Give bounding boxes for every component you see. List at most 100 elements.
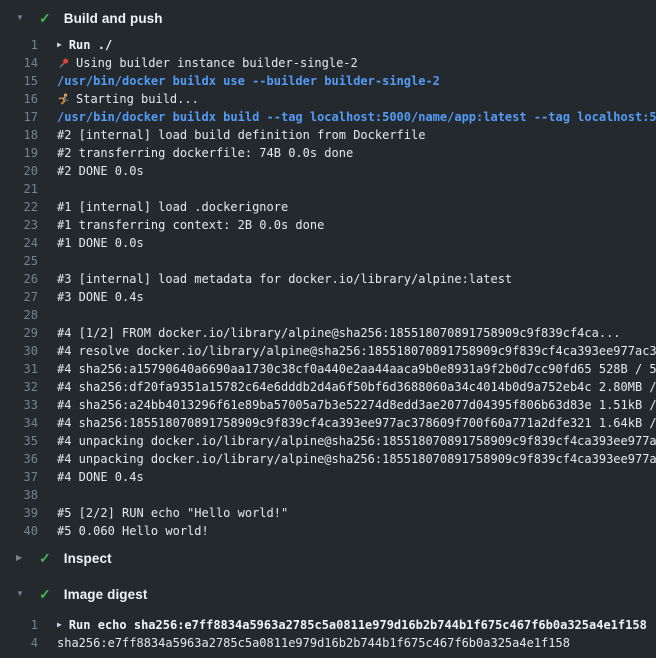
pushpin-icon	[57, 57, 70, 70]
log-line-number[interactable]: 17	[0, 108, 38, 126]
log-line-number[interactable]: 21	[0, 180, 38, 198]
expand-toggle-icon[interactable]: ▶	[57, 621, 62, 629]
section-header[interactable]: ▼✓Build and push	[0, 0, 656, 36]
log-line-number[interactable]: 30	[0, 342, 38, 360]
log-line-text: #4 sha256:a24bb4013296f61e89ba57005a7b3e…	[57, 396, 656, 414]
log-line-number[interactable]: 32	[0, 378, 38, 396]
log-line-number[interactable]: 38	[0, 486, 38, 504]
log-line-number[interactable]: 14	[0, 54, 38, 72]
log-line-number[interactable]: 16	[0, 90, 38, 108]
log-line-number[interactable]: 4	[0, 634, 38, 652]
log-line-number[interactable]: 27	[0, 288, 38, 306]
log-section-inspect: ▶✓Inspect	[0, 540, 656, 576]
log-line-content: #2 transferring dockerfile: 74B 0.0s don…	[57, 144, 353, 162]
log-line-content: #4 sha256:185518070891758909c9f839cf4ca3…	[57, 414, 656, 432]
log-line-text: #4 unpacking docker.io/library/alpine@sh…	[57, 450, 656, 468]
log-line: 1 ▶ Run ./	[0, 36, 656, 54]
section-lines: 1 ▶ Run ./ 14 Using builder instance builder…	[0, 36, 656, 540]
log-line-content: #1 [internal] load .dockerignore	[57, 198, 288, 216]
log-line: 38	[0, 486, 656, 504]
log-line-number[interactable]: 18	[0, 126, 38, 144]
log-line-text: Starting build...	[76, 90, 199, 108]
log-line-number[interactable]: 24	[0, 234, 38, 252]
log-line-number[interactable]: 33	[0, 396, 38, 414]
log-line-text: #4 sha256:a15790640a6690aa1730c38cf0a440…	[57, 360, 656, 378]
log-line-number[interactable]: 20	[0, 162, 38, 180]
log-line-number[interactable]: 34	[0, 414, 38, 432]
log-line-number[interactable]: 37	[0, 468, 38, 486]
log-line-number[interactable]: 39	[0, 504, 38, 522]
log-line-number[interactable]: 40	[0, 522, 38, 540]
log-line-content: #2 [internal] load build definition from…	[57, 126, 425, 144]
log-line-content: #4 unpacking docker.io/library/alpine@sh…	[57, 432, 656, 450]
section-title: Image digest	[64, 587, 148, 602]
log-line-content: #2 DONE 0.0s	[57, 162, 144, 180]
log-line-text: /usr/bin/docker buildx build --tag local…	[57, 108, 656, 126]
log-line-number[interactable]: 29	[0, 324, 38, 342]
log-line-content: /usr/bin/docker buildx build --tag local…	[57, 108, 656, 126]
expand-toggle-icon[interactable]: ▶	[57, 41, 62, 49]
log-line-number[interactable]: 26	[0, 270, 38, 288]
log-line-text: /usr/bin/docker buildx use --builder bui…	[57, 72, 440, 90]
log-line-text: #4 sha256:185518070891758909c9f839cf4ca3…	[57, 414, 656, 432]
check-success-icon: ✓	[39, 551, 51, 565]
log-line-text: sha256:e7ff8834a5963a2785c5a0811e979d16b…	[57, 634, 570, 652]
log-line-content: ▶ Run echo sha256:e7ff8834a5963a2785c5a08…	[57, 616, 647, 634]
log-line-number[interactable]: 19	[0, 144, 38, 162]
log-section-image-digest: ▼ ✓ Image digest 1 ▶ Run echo sha256:e7ff8834…	[0, 576, 656, 652]
log-line: 30#4 resolve docker.io/library/alpine@sh…	[0, 342, 656, 360]
log-line-number[interactable]: 31	[0, 360, 38, 378]
log-line: 21	[0, 180, 656, 198]
log-line-number[interactable]: 1	[0, 36, 38, 54]
log-line-number[interactable]: 28	[0, 306, 38, 324]
log-line-text: #5 [2/2] RUN echo "Hello world!"	[57, 504, 288, 522]
section-header[interactable]: ▶✓Inspect	[0, 540, 656, 576]
log-line: 23 #1 transferring context: 2B 0.0s done	[0, 216, 656, 234]
log-line-number[interactable]: 22	[0, 198, 38, 216]
log-line-number[interactable]: 36	[0, 450, 38, 468]
log-line-content: #4 sha256:a15790640a6690aa1730c38cf0a440…	[57, 360, 656, 378]
log-line: 20 #2 DONE 0.0s	[0, 162, 656, 180]
log-line-text: Using builder instance builder-single-2	[76, 54, 358, 72]
log-line-text: #1 [internal] load .dockerignore	[57, 198, 288, 216]
log-line-text: #5 0.060 Hello world!	[57, 522, 209, 540]
log-line: 32#4 sha256:df20fa9351a15782c64e6dddb2d4…	[0, 378, 656, 396]
log-line-text: Run echo sha256:e7ff8834a5963a2785c5a081…	[69, 616, 647, 634]
log-line-content: #4 unpacking docker.io/library/alpine@sh…	[57, 450, 656, 468]
section-title: Inspect	[64, 551, 112, 566]
log-line-text: Run ./	[69, 36, 112, 54]
log-line-text: #1 transferring context: 2B 0.0s done	[57, 216, 324, 234]
log-line: 22 #1 [internal] load .dockerignore	[0, 198, 656, 216]
log-line-content: Using builder instance builder-single-2	[57, 54, 358, 72]
log-line-content: #1 DONE 0.0s	[57, 234, 144, 252]
log-line-content: #1 transferring context: 2B 0.0s done	[57, 216, 324, 234]
log-line-number[interactable]: 23	[0, 216, 38, 234]
log-line-content: sha256:e7ff8834a5963a2785c5a0811e979d16b…	[57, 634, 570, 652]
log-line-text: #3 DONE 0.4s	[57, 288, 144, 306]
log-line-content: /usr/bin/docker buildx use --builder bui…	[57, 72, 440, 90]
log-line: 15/usr/bin/docker buildx use --builder b…	[0, 72, 656, 90]
runner-icon	[57, 93, 70, 106]
log-line-content: #4 sha256:a24bb4013296f61e89ba57005a7b3e…	[57, 396, 656, 414]
log-line-text: #4 [1/2] FROM docker.io/library/alpine@s…	[57, 324, 621, 342]
check-success-icon: ✓	[39, 587, 51, 601]
chevron-down-icon: ▼	[16, 14, 27, 22]
log-line: 35 #4 unpacking docker.io/library/alpine@…	[0, 432, 656, 450]
log-line-number[interactable]: 1	[0, 616, 38, 634]
chevron-down-icon: ▼	[16, 590, 27, 598]
actions-log-viewer: ▼✓Build and push1▶Run ./14Using builder …	[0, 0, 656, 658]
log-line-number[interactable]: 25	[0, 252, 38, 270]
log-line: 19 #2 transferring dockerfile: 74B 0.0s d…	[0, 144, 656, 162]
log-line-text: #2 DONE 0.0s	[57, 162, 144, 180]
log-line: 37#4 DONE 0.4s	[0, 468, 656, 486]
log-line-number[interactable]: 15	[0, 72, 38, 90]
log-line: 1 ▶ Run echo sha256:e7ff8834a5963a2785c5a0…	[0, 616, 656, 634]
log-section-build-and-push: ▼✓Build and push1▶Run ./14Using builder …	[0, 0, 656, 540]
log-line-text: #2 transferring dockerfile: 74B 0.0s don…	[57, 144, 353, 162]
log-line-content: #5 0.060 Hello world!	[57, 522, 209, 540]
log-line-text: #3 [internal] load metadata for docker.i…	[57, 270, 512, 288]
check-success-icon: ✓	[39, 11, 51, 25]
section-header[interactable]: ▼ ✓ Image digest	[0, 576, 656, 612]
log-line-number[interactable]: 35	[0, 432, 38, 450]
log-line: 27 #3 DONE 0.4s	[0, 288, 656, 306]
